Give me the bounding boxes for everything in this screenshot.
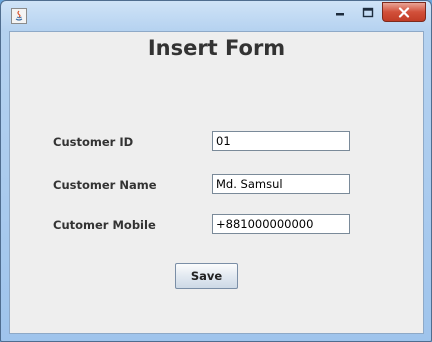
customer-id-input[interactable] — [212, 131, 350, 151]
java-app-icon[interactable] — [11, 8, 27, 24]
close-button[interactable] — [382, 2, 426, 22]
app-window: Insert Form Customer ID Customer Name Cu… — [0, 0, 432, 342]
maximize-button[interactable] — [354, 2, 381, 22]
close-icon — [398, 6, 410, 18]
customer-name-label: Customer Name — [53, 178, 157, 192]
save-button[interactable]: Save — [175, 263, 238, 289]
customer-name-input[interactable] — [212, 174, 350, 194]
form-panel: Insert Form Customer ID Customer Name Cu… — [9, 31, 424, 334]
customer-mobile-input[interactable] — [212, 214, 350, 234]
maximize-icon — [362, 7, 373, 17]
minimize-icon — [336, 13, 344, 16]
customer-mobile-label: Cutomer Mobile — [53, 218, 156, 232]
form-title: Insert Form — [147, 36, 286, 60]
minimize-button[interactable] — [326, 2, 354, 22]
title-bar[interactable] — [1, 1, 431, 31]
customer-id-label: Customer ID — [53, 135, 134, 149]
